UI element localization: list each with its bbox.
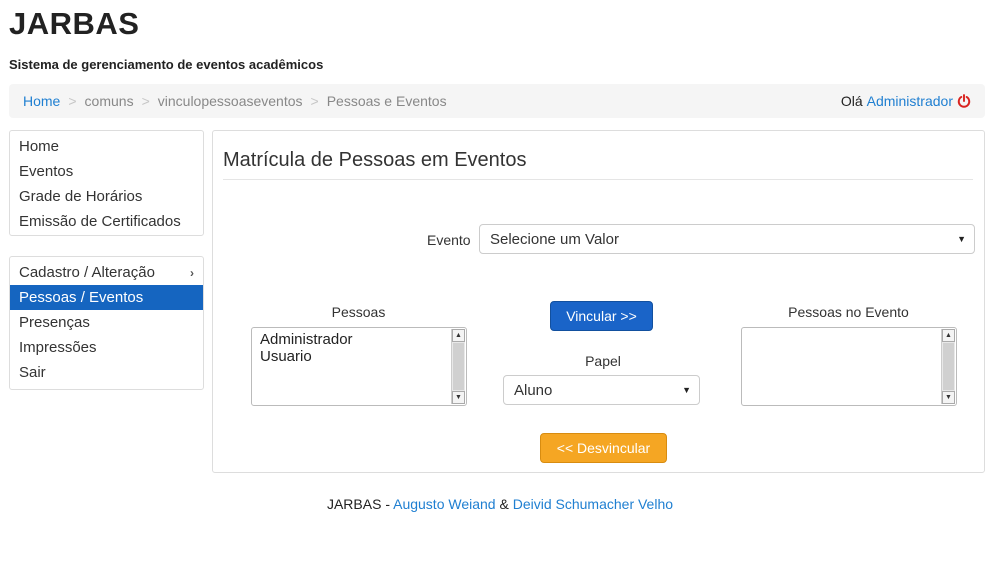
pessoas-no-evento-label: Pessoas no Evento bbox=[788, 304, 909, 320]
nav-item-label: Presenças bbox=[19, 314, 90, 331]
nav-item-sair[interactable]: Sair bbox=[10, 360, 203, 385]
list-item[interactable]: Administrador bbox=[252, 331, 466, 348]
nav-item-label: Pessoas / Eventos bbox=[19, 289, 144, 306]
footer-author-link[interactable]: Deivid Schumacher Velho bbox=[513, 496, 673, 512]
scroll-thumb[interactable] bbox=[453, 343, 464, 390]
list-item[interactable]: Usuario bbox=[252, 348, 466, 365]
scroll-up-icon[interactable]: ▲ bbox=[452, 329, 465, 342]
pessoas-scrollbar[interactable]: ▲ ▼ bbox=[451, 329, 465, 404]
scroll-down-icon[interactable]: ▼ bbox=[942, 391, 955, 404]
nav-item-pessoas-eventos[interactable]: Pessoas / Eventos bbox=[10, 285, 203, 310]
vincular-button[interactable]: Vincular >> bbox=[550, 301, 653, 331]
power-icon[interactable] bbox=[957, 94, 971, 108]
nav-item-label: Home bbox=[19, 138, 60, 155]
nav-item-cadastro[interactable]: Cadastro / Alteração › bbox=[10, 260, 203, 285]
title-divider bbox=[223, 179, 973, 180]
pessoas-no-evento-scrollbar[interactable]: ▲ ▼ bbox=[941, 329, 955, 404]
evento-label: Evento bbox=[427, 232, 471, 248]
app-title: JARBAS bbox=[9, 6, 140, 41]
nav-item-label: Grade de Horários bbox=[19, 188, 143, 205]
papel-select[interactable]: Aluno ▼ bbox=[503, 375, 700, 405]
footer-prefix: JARBAS - bbox=[326, 496, 390, 512]
footer: JARBAS - Augusto Weiand & Deivid Schumac… bbox=[0, 496, 1000, 512]
page-title: Matrícula de Pessoas em Eventos bbox=[223, 149, 527, 171]
nav-item-eventos[interactable]: Eventos bbox=[10, 159, 203, 184]
pessoas-label: Pessoas bbox=[331, 304, 386, 320]
nav-item-label: Impressões bbox=[19, 339, 97, 356]
papel-label: Papel bbox=[585, 353, 621, 369]
breadcrumb-separator: > bbox=[68, 93, 77, 109]
nav-item-grade-horarios[interactable]: Grade de Horários bbox=[10, 184, 203, 209]
nav-item-label: Eventos bbox=[19, 163, 74, 180]
scroll-up-icon[interactable]: ▲ bbox=[942, 329, 955, 342]
breadcrumb-separator: > bbox=[310, 93, 319, 109]
breadcrumb-separator: > bbox=[141, 93, 150, 109]
breadcrumb-home-link[interactable]: Home bbox=[23, 93, 60, 109]
nav-item-impressoes[interactable]: Impressões bbox=[10, 335, 203, 360]
nav-item-label: Emissão de Certificados bbox=[19, 213, 181, 230]
breadcrumb-current: Pessoas e Eventos bbox=[326, 93, 447, 109]
user-link[interactable]: Administrador bbox=[867, 93, 953, 109]
footer-author-link[interactable]: Augusto Weiand bbox=[393, 496, 495, 512]
caret-down-icon: ▼ bbox=[682, 385, 691, 395]
evento-selected-value: Selecione um Valor bbox=[490, 230, 619, 248]
pessoas-no-evento-listbox[interactable]: ▲ ▼ bbox=[741, 327, 957, 406]
scroll-down-icon[interactable]: ▼ bbox=[452, 391, 465, 404]
app-subtitle: Sistema de gerenciamento de eventos acad… bbox=[9, 57, 324, 72]
breadcrumb-bar: Home > comuns > vinculopessoaseventos > … bbox=[9, 84, 985, 118]
desvincular-button[interactable]: << Desvincular bbox=[540, 433, 667, 463]
scroll-thumb[interactable] bbox=[943, 343, 954, 390]
main-menu: Home Eventos Grade de Horários Emissão d… bbox=[9, 130, 204, 236]
pessoas-listbox[interactable]: Administrador Usuario ▲ ▼ bbox=[251, 327, 467, 406]
breadcrumb-comuns: comuns bbox=[84, 93, 134, 109]
nav-item-label: Cadastro / Alteração bbox=[19, 264, 155, 281]
papel-selected-value: Aluno bbox=[514, 381, 553, 399]
nav-item-presencas[interactable]: Presenças bbox=[10, 310, 203, 335]
breadcrumb: Home > comuns > vinculopessoaseventos > … bbox=[23, 93, 447, 109]
nav-item-label: Sair bbox=[19, 364, 46, 381]
evento-select[interactable]: Selecione um Valor ▼ bbox=[479, 224, 975, 254]
chevron-right-icon: › bbox=[190, 265, 194, 280]
caret-down-icon: ▼ bbox=[957, 234, 966, 244]
nav-item-certificados[interactable]: Emissão de Certificados bbox=[10, 209, 203, 234]
user-greeting: Olá Administrador bbox=[841, 93, 971, 109]
footer-ampersand: & bbox=[499, 496, 509, 512]
admin-menu: Cadastro / Alteração › Pessoas / Eventos… bbox=[9, 256, 204, 390]
breadcrumb-vinculopessoaseventos: vinculopessoaseventos bbox=[157, 93, 303, 109]
nav-item-home[interactable]: Home bbox=[10, 134, 203, 159]
greeting-text: Olá bbox=[840, 93, 863, 109]
main-panel: Matrícula de Pessoas em Eventos Evento S… bbox=[212, 130, 985, 473]
